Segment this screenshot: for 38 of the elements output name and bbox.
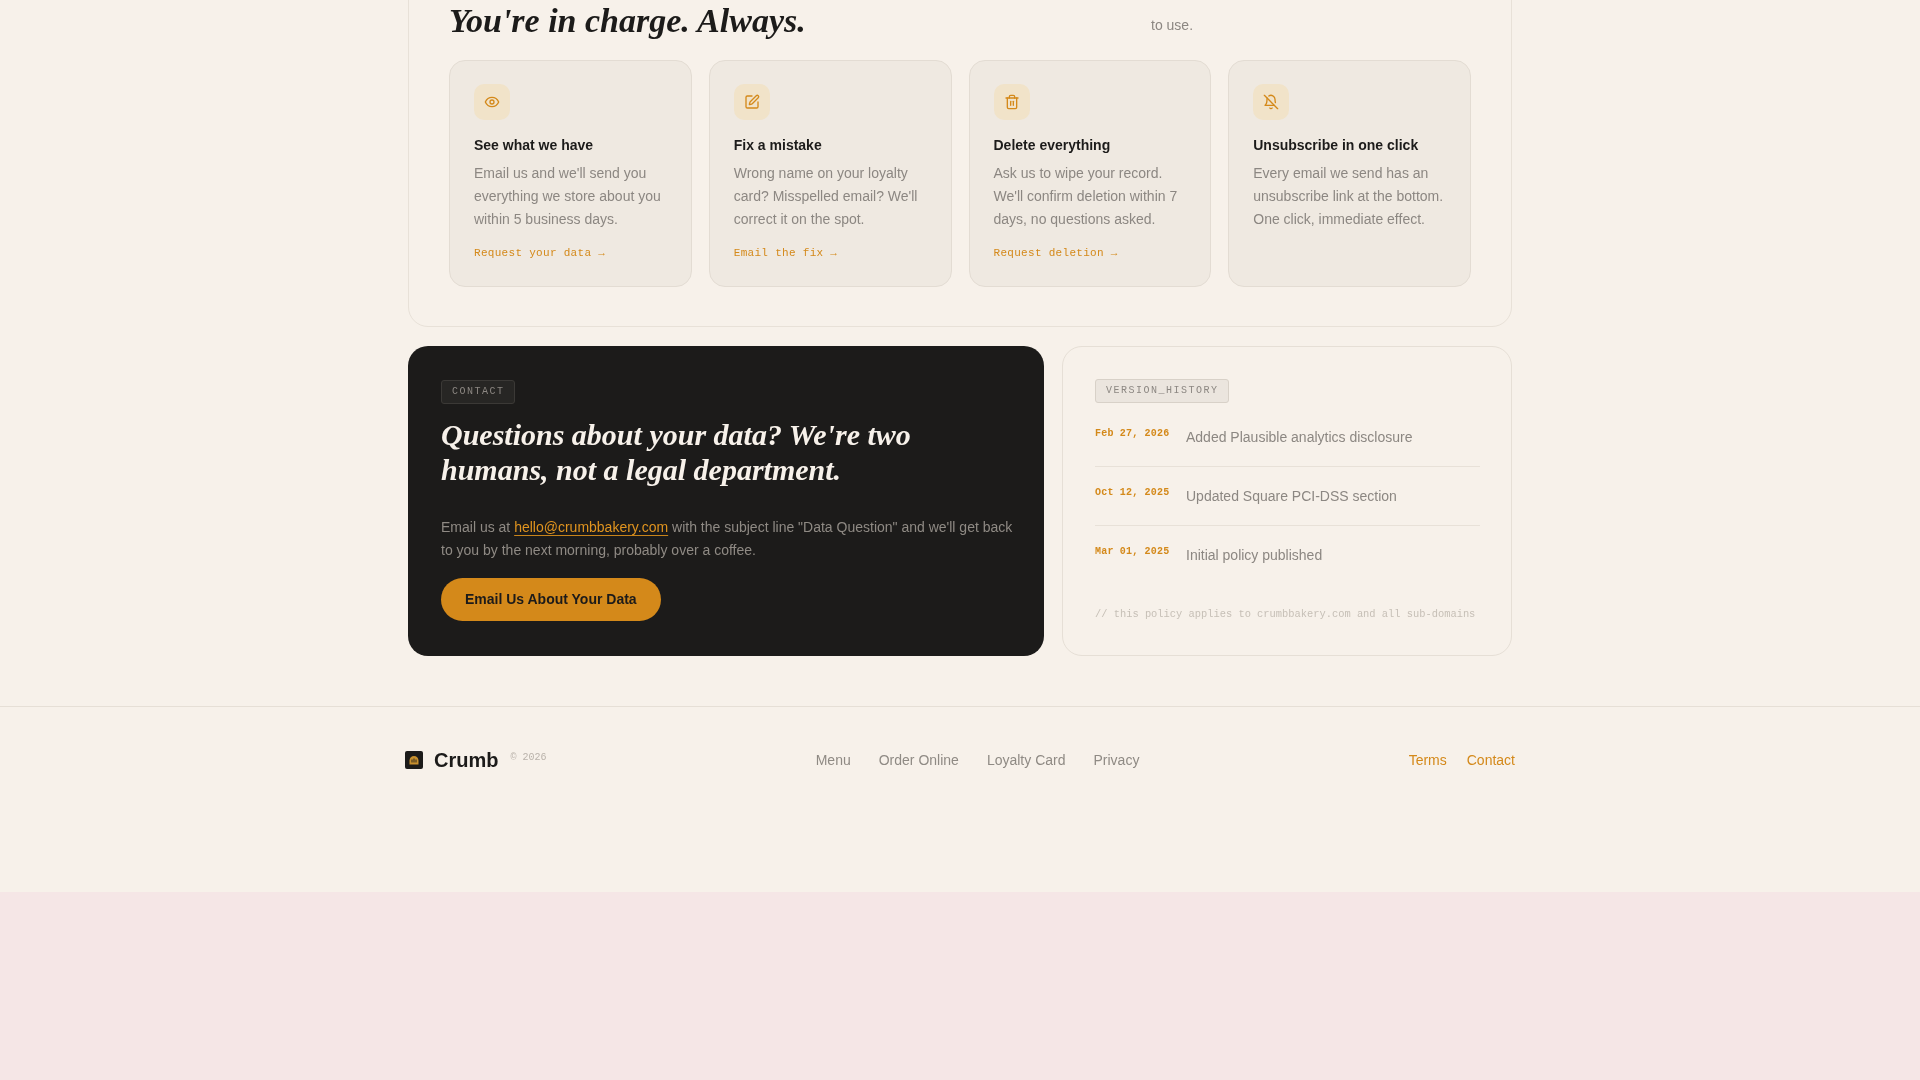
card-text: Every email we send has an unsubscribe link at the bottom. One click, immediate effect. (1253, 164, 1445, 229)
brand-name: Crumb (434, 747, 499, 772)
card-link[interactable]: Request your data → (474, 246, 606, 260)
history-change: Updated Square PCI-DSS section (1186, 487, 1397, 506)
card-text: Email us and we'll send you everything we store about you within 5 business days. (474, 164, 662, 229)
history-date: Feb 27, 2026 (1095, 427, 1171, 441)
footer-link[interactable]: Privacy (1093, 751, 1140, 768)
contact-heading: Questions about your data? We're two humans, not a legal department. (441, 417, 912, 488)
trash-icon (993, 84, 1030, 120)
pencil-square-icon (733, 84, 770, 120)
card-text: Ask us to wipe your record. We'll confirm deletion within 7 days, no questions asked. (993, 164, 1179, 229)
email-link[interactable]: hello@crumbbakery.com (514, 518, 669, 535)
bell-off-icon (1253, 84, 1290, 120)
footer-link[interactable]: Menu (815, 751, 851, 768)
intro-text: to use. (1151, 16, 1195, 35)
card-text: Wrong name on your loyalty card? Misspelled email? We'll correct it on the spot. (733, 164, 919, 229)
history-change: Initial policy published (1186, 546, 1323, 565)
card-link[interactable]: Email the fix → (733, 246, 838, 260)
copyright-text: © 2026 (510, 752, 547, 764)
footer-link[interactable]: Contact (1466, 751, 1515, 768)
section-heading: You're in charge. Always. (449, 2, 807, 40)
logo-icon (405, 750, 423, 769)
card-link[interactable]: Request deletion → (993, 246, 1118, 260)
section-tag: VERSION_HISTORY (1095, 379, 1229, 403)
history-date: Mar 01, 2025 (1095, 545, 1171, 559)
card-title: Delete everything (993, 136, 1111, 154)
email-button[interactable]: Email Us About Your Data (441, 577, 661, 621)
footer-link[interactable]: Order Online (878, 751, 959, 768)
history-date: Oct 12, 2025 (1095, 486, 1171, 500)
footer-link[interactable]: Terms (1408, 751, 1447, 768)
card-title: Unsubscribe in one click (1253, 136, 1419, 154)
footer-link[interactable]: Loyalty Card (986, 751, 1066, 768)
card-title: See what we have (474, 136, 594, 154)
card-title: Fix a mistake (733, 136, 822, 154)
history-change: Added Plausible analytics disclosure (1186, 428, 1413, 447)
eye-icon (474, 84, 510, 120)
contact-text: Email us at hello@crumbbakery.com with the subject line "Data Question" and we'll get back to you by the next morning, probably over a coffee. (441, 517, 1014, 560)
section-tag: CONTACT (441, 380, 515, 404)
